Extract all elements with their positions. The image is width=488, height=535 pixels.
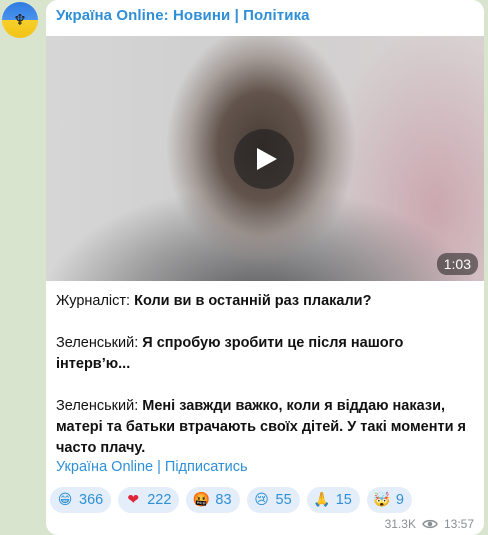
speaker-label: Журналіст:	[56, 293, 131, 309]
reaction-count: 222	[147, 492, 172, 508]
message-line: Журналіст: Коли ви в останній раз плакал…	[56, 291, 474, 312]
message-time: 13:57	[443, 517, 474, 531]
message-text: Журналіст: Коли ви в останній раз плакал…	[56, 291, 474, 480]
reaction-crying[interactable]: 😢 55	[246, 487, 300, 513]
message-meta: 31.3K 13:57	[385, 517, 474, 531]
reaction-count: 15	[335, 492, 352, 508]
view-count: 31.3K	[384, 517, 416, 531]
message-bubble: Україна Online: Новини | Політика 1:03 Ж…	[46, 0, 484, 535]
reaction-pray[interactable]: 🙏 15	[306, 487, 360, 513]
ukraine-trident-icon: ♆	[13, 11, 27, 29]
reaction-grinning[interactable]: 😁 366	[50, 487, 112, 513]
channel-name[interactable]: Україна Online: Новини | Політика	[56, 7, 310, 24]
reaction-count: 9	[395, 492, 404, 508]
red-heart-icon: ❤	[127, 492, 140, 508]
reactions-bar: 😁 366 ❤ 222 🤬 83 😢 55 🙏 15 🤯 9	[50, 487, 412, 513]
quote-text: Коли ви в останній раз плакали?	[134, 293, 372, 309]
reaction-count: 83	[215, 492, 232, 508]
reaction-count: 366	[79, 492, 104, 508]
message-line: Зеленський: Я спробую зробити це після н…	[56, 333, 474, 375]
eye-icon	[422, 519, 438, 529]
channel-avatar[interactable]: ♆	[2, 2, 38, 38]
reaction-exploding[interactable]: 🤯 9	[366, 487, 412, 513]
exploding-head-icon: 🤯	[373, 492, 391, 508]
grinning-face-icon: 😁	[57, 492, 73, 508]
play-icon[interactable]	[234, 129, 294, 189]
reaction-heart[interactable]: ❤ 222	[118, 487, 180, 513]
reaction-angry[interactable]: 🤬 83	[186, 487, 240, 513]
video-duration: 1:03	[436, 253, 478, 275]
message-line: Зеленський: Мені завжди важко, коли я ві…	[56, 396, 474, 459]
crying-face-icon: 😢	[254, 492, 269, 508]
speaker-label: Зеленський:	[56, 335, 139, 351]
speaker-label: Зеленський:	[56, 398, 139, 414]
angry-face-icon: 🤬	[192, 492, 211, 508]
folded-hands-icon: 🙏	[312, 492, 331, 508]
subscribe-link[interactable]: Україна Online | Підписатись	[56, 459, 248, 475]
reaction-count: 55	[275, 492, 292, 508]
video-thumbnail[interactable]: 1:03	[46, 36, 484, 281]
